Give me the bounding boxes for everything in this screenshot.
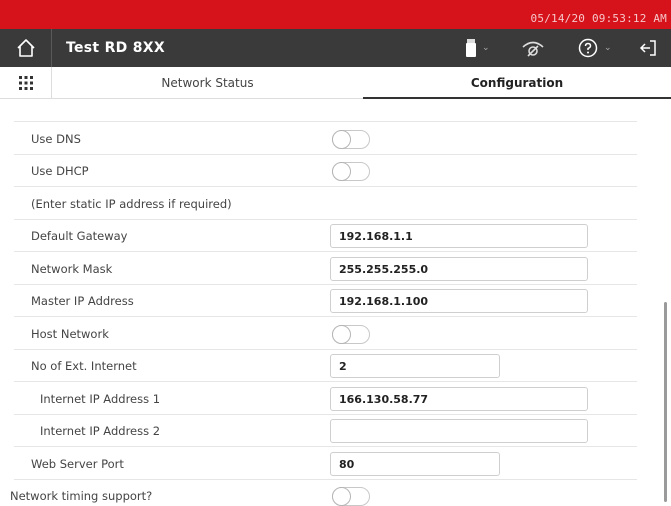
settings-row-network-timing: Network timing support? bbox=[0, 480, 637, 506]
internet-ip-1-field[interactable]: 166.130.58.77 bbox=[330, 387, 588, 411]
settings-row-use-dns: Use DNS bbox=[14, 123, 637, 155]
use-dns-label: Use DNS bbox=[31, 132, 81, 146]
status-bar: 05/14/20 09:53:12 AM bbox=[0, 0, 671, 29]
use-dhcp-toggle[interactable] bbox=[332, 162, 370, 181]
network-mask-label: Network Mask bbox=[31, 262, 113, 276]
network-mask-field[interactable]: 255.255.255.0 bbox=[330, 257, 588, 281]
ext-internet-label: No of Ext. Internet bbox=[31, 359, 137, 373]
settings-row-internet-ip-1: Internet IP Address 1 166.130.58.77 bbox=[14, 383, 637, 415]
settings-row-top bbox=[14, 90, 637, 122]
usb-drive-menu[interactable]: ⌄ bbox=[466, 29, 490, 67]
chevron-down-icon: ⌄ bbox=[604, 43, 612, 53]
master-ip-label: Master IP Address bbox=[31, 294, 134, 308]
toggle-knob bbox=[332, 130, 351, 149]
host-network-toggle[interactable] bbox=[332, 325, 370, 344]
device-title: Test RD 8XX bbox=[66, 40, 165, 56]
settings-row-ext-internet: No of Ext. Internet 2 bbox=[14, 350, 637, 382]
internet-ip-2-field[interactable] bbox=[330, 419, 588, 443]
internet-ip-2-label: Internet IP Address 2 bbox=[40, 424, 161, 438]
help-menu[interactable]: ⌄ bbox=[578, 29, 612, 67]
web-server-port-field[interactable]: 80 bbox=[330, 452, 500, 476]
settings-row-default-gateway: Default Gateway 192.168.1.1 bbox=[14, 220, 637, 252]
settings-row-static-note: (Enter static IP address if required) bbox=[14, 188, 637, 220]
settings-row-host-network: Host Network bbox=[14, 318, 637, 350]
usb-drive-icon bbox=[466, 39, 476, 57]
ext-internet-field[interactable]: 2 bbox=[330, 354, 500, 378]
home-button[interactable] bbox=[0, 29, 52, 67]
help-icon bbox=[578, 38, 598, 58]
default-gateway-label: Default Gateway bbox=[31, 229, 128, 243]
network-timing-toggle[interactable] bbox=[332, 487, 370, 506]
tab-configuration-label: Configuration bbox=[470, 76, 564, 90]
chevron-down-icon: ⌄ bbox=[482, 43, 490, 53]
settings-row-network-mask: Network Mask 255.255.255.0 bbox=[14, 253, 637, 285]
use-dhcp-label: Use DHCP bbox=[31, 164, 89, 178]
settings-row-internet-ip-2: Internet IP Address 2 bbox=[14, 415, 637, 447]
tab-network-status-label: Network Status bbox=[161, 76, 254, 90]
static-ip-note: (Enter static IP address if required) bbox=[31, 197, 232, 211]
logout-icon bbox=[639, 40, 656, 56]
master-ip-field[interactable]: 192.168.1.100 bbox=[330, 289, 588, 313]
toggle-knob bbox=[332, 325, 351, 344]
host-network-label: Host Network bbox=[31, 327, 109, 341]
configuration-panel: Use DNS Use DHCP (Enter static IP addres… bbox=[0, 99, 671, 506]
toggle-knob bbox=[332, 162, 351, 181]
vertical-scrollbar[interactable] bbox=[664, 302, 667, 502]
settings-row-master-ip: Master IP Address 192.168.1.100 bbox=[14, 285, 637, 317]
signal-status[interactable] bbox=[520, 29, 546, 67]
logout-button[interactable] bbox=[638, 29, 658, 67]
network-timing-label: Network timing support? bbox=[10, 489, 153, 503]
toggle-knob bbox=[332, 487, 351, 506]
signal-off-icon bbox=[522, 41, 544, 57]
grid-menu-icon bbox=[18, 76, 33, 90]
datetime-display: 05/14/20 09:53:12 AM bbox=[530, 12, 667, 25]
use-dns-toggle[interactable] bbox=[332, 130, 370, 149]
home-icon bbox=[16, 39, 35, 57]
web-server-port-label: Web Server Port bbox=[31, 457, 124, 471]
title-bar: Test RD 8XX ⌄ ⌄ bbox=[0, 29, 671, 67]
internet-ip-1-label: Internet IP Address 1 bbox=[40, 392, 161, 406]
settings-row-use-dhcp: Use DHCP bbox=[14, 155, 637, 187]
default-gateway-field[interactable]: 192.168.1.1 bbox=[330, 224, 588, 248]
settings-row-web-server-port: Web Server Port 80 bbox=[14, 448, 637, 480]
